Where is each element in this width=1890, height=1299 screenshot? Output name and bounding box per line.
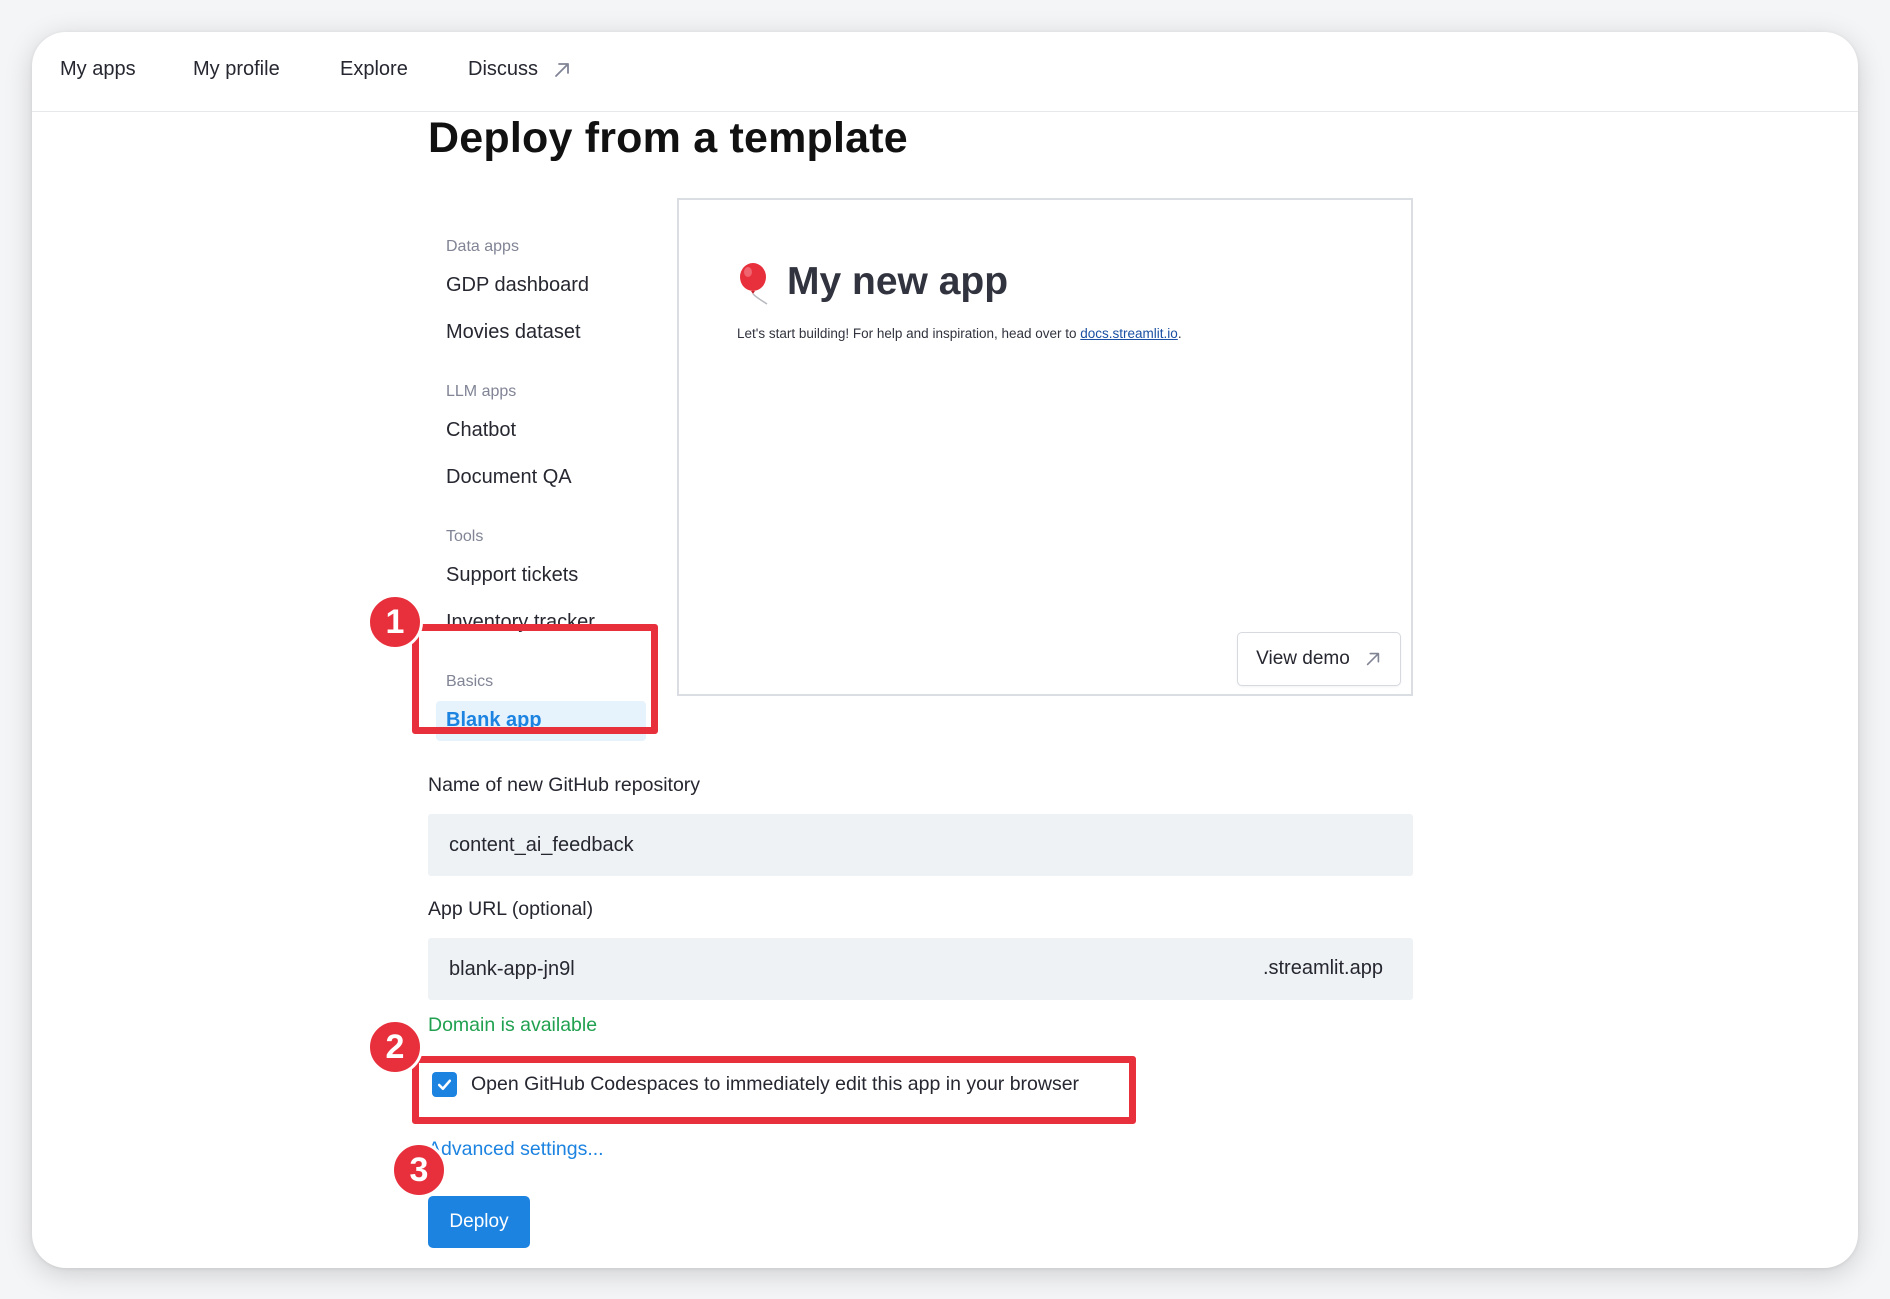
step-badge-3: 3 — [391, 1142, 447, 1198]
nav-my-apps[interactable]: My apps — [60, 58, 136, 81]
app-url-label: App URL (optional) — [428, 898, 594, 920]
nav-explore[interactable]: Explore — [340, 58, 408, 81]
preview-app-subtitle: Let's start building! For help and inspi… — [737, 326, 1182, 341]
step-badge-1: 1 — [367, 594, 423, 650]
highlight-box-2 — [412, 1056, 1136, 1124]
repo-name-input[interactable]: content_ai_feedback — [428, 814, 1413, 876]
category-llm-apps: LLM apps — [446, 383, 517, 400]
app-url-input[interactable]: blank-app-jn9l .streamlit.app — [428, 938, 1413, 1000]
template-document-qa[interactable]: Document QA — [446, 466, 572, 489]
highlight-box-1 — [412, 624, 658, 734]
page-title: Deploy from a template — [428, 114, 908, 162]
template-gdp-dashboard[interactable]: GDP dashboard — [446, 274, 589, 297]
preview-subtitle-suffix: . — [1177, 326, 1182, 341]
nav-discuss-label: Discuss — [468, 58, 539, 80]
deploy-button[interactable]: Deploy — [428, 1196, 530, 1248]
app-window: My apps My profile Explore Discuss Deplo… — [32, 32, 1858, 1268]
template-preview: My new app Let's start building! For hel… — [677, 198, 1413, 696]
preview-subtitle-text: Let's start building! For help and inspi… — [737, 326, 1081, 341]
template-support-tickets[interactable]: Support tickets — [446, 564, 578, 587]
nav-my-profile-label: My profile — [193, 58, 280, 80]
deploy-label: Deploy — [449, 1211, 509, 1232]
preview-app-title: My new app — [787, 260, 1009, 303]
category-data-apps: Data apps — [446, 238, 519, 255]
repo-name-label: Name of new GitHub repository — [428, 774, 701, 796]
nav-my-profile[interactable]: My profile — [193, 58, 280, 81]
template-movies-dataset[interactable]: Movies dataset — [446, 321, 581, 344]
domain-status: Domain is available — [428, 1014, 598, 1036]
nav-explore-label: Explore — [340, 58, 408, 80]
arrow-up-right-icon — [1366, 652, 1380, 666]
nav-my-apps-label: My apps — [60, 58, 136, 80]
app-url-value: blank-app-jn9l — [449, 957, 575, 980]
docs-link[interactable]: docs.streamlit.io — [1080, 326, 1178, 341]
repo-name-value: content_ai_feedback — [449, 833, 634, 856]
app-url-suffix: .streamlit.app — [1262, 957, 1383, 979]
top-nav: My apps My profile Explore Discuss — [32, 32, 1858, 112]
step-badge-2: 2 — [367, 1019, 423, 1075]
view-demo-label: View demo — [1256, 648, 1350, 669]
arrow-up-right-icon — [555, 62, 569, 77]
advanced-settings-link[interactable]: Advanced settings... — [428, 1138, 604, 1161]
template-chatbot[interactable]: Chatbot — [446, 419, 516, 442]
view-demo-button[interactable]: View demo — [1237, 632, 1401, 686]
nav-discuss[interactable]: Discuss — [468, 58, 572, 81]
category-tools: Tools — [446, 528, 484, 545]
balloon-icon — [740, 263, 768, 305]
